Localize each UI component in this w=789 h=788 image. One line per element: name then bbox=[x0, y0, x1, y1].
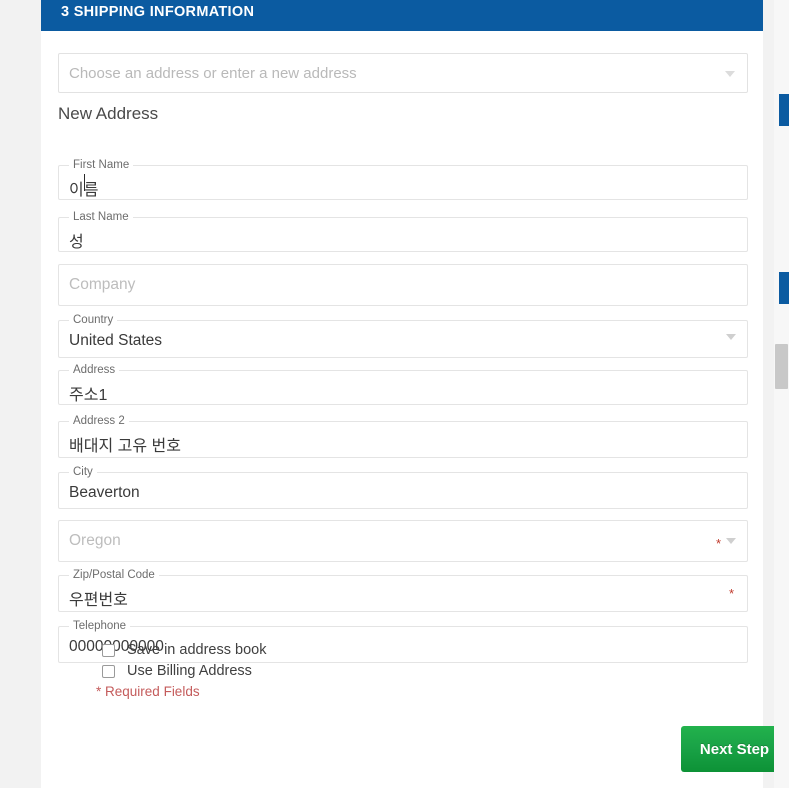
field-box-first-name[interactable]: First Name bbox=[58, 159, 748, 200]
chevron-down-icon[interactable] bbox=[726, 333, 736, 340]
field-value-country[interactable]: United States bbox=[69, 332, 162, 350]
field-address-2: Address 2 배대지 고유 번호 bbox=[58, 415, 748, 458]
field-last-name: Last Name 성 bbox=[58, 211, 748, 252]
field-value-address[interactable]: 주소1 bbox=[69, 381, 107, 405]
required-marker-zip-postal-code: * bbox=[728, 586, 734, 601]
field-value-city[interactable]: Beaverton bbox=[69, 484, 140, 502]
field-company: Company bbox=[58, 264, 748, 306]
field-state: Oregon * bbox=[58, 520, 748, 562]
field-zip-postal-code: Zip/Postal Code 우편번호 * bbox=[58, 569, 748, 612]
section-header-title: 3 SHIPPING INFORMATION bbox=[61, 4, 255, 20]
field-country: Country United States bbox=[58, 314, 748, 358]
field-box-zip-postal-code[interactable]: Zip/Postal Code bbox=[58, 569, 748, 612]
text-caret bbox=[84, 174, 85, 191]
right-rail-blue-block-2[interactable] bbox=[779, 272, 789, 304]
checkbox-label-use-billing-address[interactable]: Use Billing Address bbox=[127, 663, 252, 679]
page-background-left bbox=[0, 0, 41, 788]
field-box-state[interactable] bbox=[58, 520, 748, 562]
required-asterisk: * bbox=[96, 684, 102, 699]
next-step-button[interactable]: Next Step bbox=[681, 726, 788, 772]
field-label-zip-postal-code: Zip/Postal Code bbox=[73, 569, 155, 581]
chevron-down-icon[interactable] bbox=[726, 538, 736, 544]
required-fields-label: Required Fields bbox=[105, 684, 200, 699]
field-label-city: City bbox=[73, 466, 93, 478]
address-select-placeholder: Choose an address or enter a new address bbox=[69, 65, 357, 82]
field-value-state[interactable]: Oregon bbox=[69, 532, 121, 550]
checkbox-save-in-address-book[interactable] bbox=[102, 644, 115, 657]
field-box-company[interactable] bbox=[58, 264, 748, 306]
field-label-telephone: Telephone bbox=[73, 620, 127, 632]
field-label-address: Address bbox=[73, 364, 116, 376]
field-box-last-name[interactable]: Last Name bbox=[58, 211, 748, 252]
section-header: 3 SHIPPING INFORMATION bbox=[41, 0, 763, 31]
field-label-first-name: First Name bbox=[73, 159, 130, 171]
field-label-address-2: Address 2 bbox=[73, 415, 125, 427]
field-first-name: First Name이름 bbox=[58, 159, 748, 200]
checkbox-use-billing-address[interactable] bbox=[102, 665, 115, 678]
field-city: City Beaverton bbox=[58, 466, 748, 509]
field-label-country: Country bbox=[73, 314, 114, 326]
field-value-address-2[interactable]: 배대지 고유 번호 bbox=[69, 432, 181, 456]
field-box-city[interactable]: City bbox=[58, 466, 748, 509]
new-address-heading: New Address bbox=[58, 104, 159, 123]
field-label-last-name: Last Name bbox=[73, 211, 129, 223]
required-fields-note: * Required Fields bbox=[96, 684, 200, 699]
field-value-zip-postal-code[interactable]: 우편번호 bbox=[69, 586, 128, 610]
field-address: Address 주소1 bbox=[58, 364, 748, 405]
checkbox-label-save-in-address-book[interactable]: Save in address book bbox=[127, 642, 266, 658]
address-select-dropdown[interactable]: Choose an address or enter a new address bbox=[58, 53, 748, 93]
right-rail-blue-block-1[interactable] bbox=[779, 94, 789, 126]
page-root: 3 SHIPPING INFORMATION Choose an address… bbox=[0, 0, 789, 788]
field-value-company[interactable]: Company bbox=[69, 276, 135, 294]
field-box-address[interactable]: Address bbox=[58, 364, 748, 405]
shipping-form: Choose an address or enter a new address… bbox=[41, 31, 763, 788]
shipping-information-card: 3 SHIPPING INFORMATION Choose an address… bbox=[41, 0, 788, 788]
page-scrollbar-thumb[interactable] bbox=[775, 344, 788, 389]
chevron-down-icon bbox=[725, 71, 735, 77]
field-value-last-name[interactable]: 성 bbox=[69, 228, 84, 252]
required-marker-state: * bbox=[715, 536, 721, 551]
